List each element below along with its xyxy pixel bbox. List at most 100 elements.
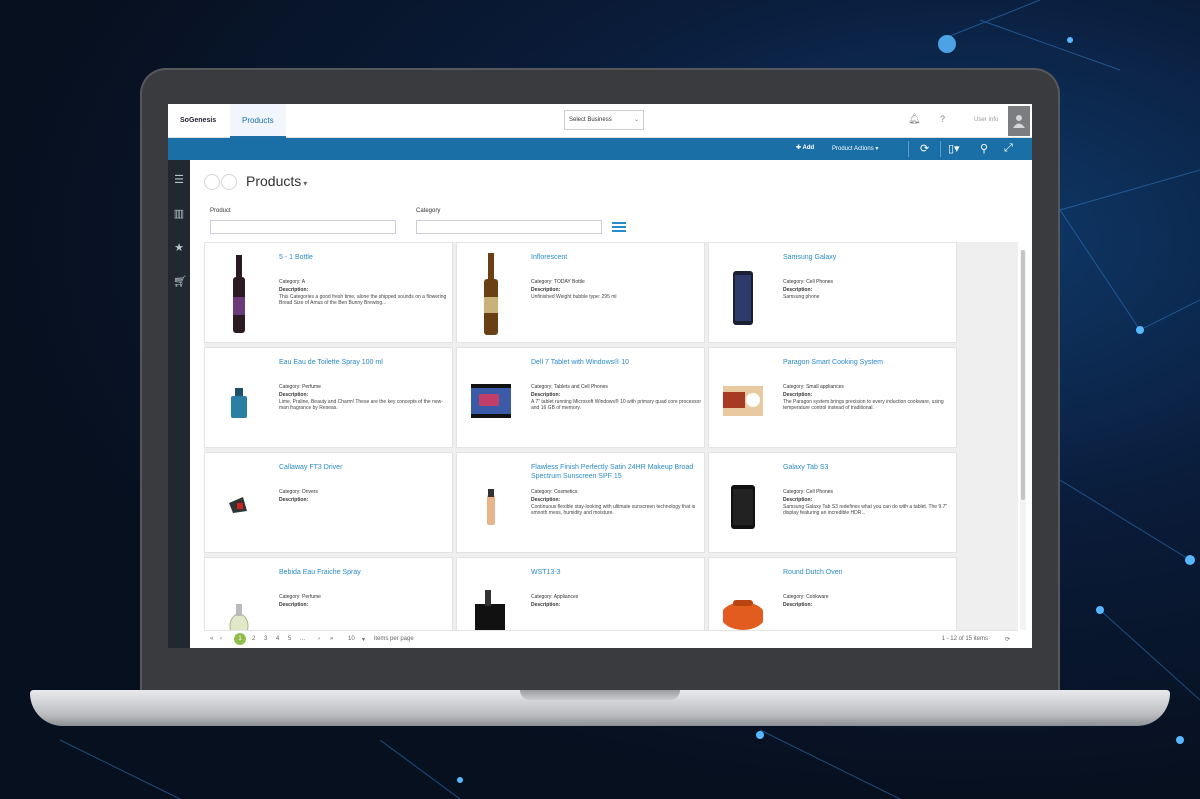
product-image[interactable]: [723, 354, 763, 442]
bell-icon[interactable]: 🔔︎: [908, 114, 921, 125]
product-name-link[interactable]: Bebida Eau Fraiche Spray: [279, 568, 449, 577]
product-description-label: Description:: [531, 392, 561, 398]
product-card[interactable]: Samsung Galaxy Category: Cell Phones Descr…: [708, 242, 957, 343]
product-card[interactable]: Bebida Eau Fraiche Spray Category: Perfum…: [204, 557, 453, 630]
product-actions-menu[interactable]: Product Actions ▾: [832, 145, 878, 152]
product-name-link[interactable]: Galaxy Tab S3: [783, 463, 953, 472]
product-description: This Categories a good fresh time, alone…: [279, 294, 447, 306]
product-image[interactable]: [471, 459, 511, 547]
product-description: Samsung Galaxy Tab S3 redefines what you…: [783, 504, 948, 516]
product-image[interactable]: [471, 564, 511, 630]
product-image[interactable]: [219, 564, 259, 630]
refresh-icon[interactable]: ⟳: [1005, 636, 1010, 643]
prev-page-icon[interactable]: ‹: [220, 636, 222, 642]
first-page-icon[interactable]: «: [210, 636, 213, 642]
page-link[interactable]: ...: [300, 636, 305, 642]
product-category: Category: Appliances: [531, 594, 579, 600]
product-name-link[interactable]: Inflorescent: [531, 253, 701, 262]
help-icon[interactable]: ?: [940, 114, 945, 124]
product-card[interactable]: 5 - 1 Bottle Category: A Description: This …: [204, 242, 453, 343]
file-icon[interactable]: ▯▾: [948, 142, 960, 155]
page-link[interactable]: 4: [276, 636, 279, 642]
product-description-label: Description:: [783, 392, 813, 398]
product-image[interactable]: [723, 564, 763, 630]
company-select[interactable]: Select Business ⌄: [564, 110, 644, 130]
menu-icon[interactable]: ☰: [173, 174, 185, 186]
product-name-link[interactable]: WST13-3: [531, 568, 701, 577]
scroll-thumb[interactable]: [1021, 250, 1025, 500]
product-name-link[interactable]: Callaway FT3 Driver: [279, 463, 449, 472]
product-name-link[interactable]: Samsung Galaxy: [783, 253, 953, 262]
page-current[interactable]: 1: [234, 633, 246, 645]
product-card[interactable]: Inflorescent Category: TODAY Bottle Descri…: [456, 242, 705, 343]
list-view-icon[interactable]: [612, 222, 626, 234]
toolbar-divider: [940, 141, 941, 157]
page-link[interactable]: 2: [252, 636, 255, 642]
per-page-select[interactable]: 10: [348, 636, 355, 642]
product-name-link[interactable]: Eau Eau de Toilette Spray 100 ml: [279, 358, 449, 367]
refresh-icon[interactable]: ⟳: [920, 142, 929, 155]
star-icon[interactable]: ★: [173, 242, 185, 254]
product-image[interactable]: [219, 354, 259, 442]
expand-icon[interactable]: ⤢: [1004, 142, 1013, 155]
product-category: Category: Cosmetics: [531, 489, 578, 495]
grid-icon[interactable]: ▥: [173, 208, 185, 220]
user-name[interactable]: User Info: [974, 117, 998, 123]
product-image[interactable]: [471, 354, 511, 442]
laptop-notch: [520, 690, 680, 700]
product-card[interactable]: WST13-3 Category: Appliances Description:: [456, 557, 705, 630]
product-category: Category: Small appliances: [783, 384, 844, 390]
add-button[interactable]: ✚ Add: [796, 144, 814, 151]
product-card[interactable]: Round Dutch Oven Category: Cookware Descri…: [708, 557, 957, 630]
last-page-icon[interactable]: »: [330, 636, 333, 642]
per-page-label: items per page: [374, 636, 414, 642]
product-grid: 5 - 1 Bottle Category: A Description: This …: [204, 242, 1018, 630]
nav-products[interactable]: Products: [230, 104, 286, 138]
product-filter-input[interactable]: [210, 220, 396, 234]
product-card[interactable]: Galaxy Tab S3 Category: Cell Phones Descri…: [708, 452, 957, 553]
title-icons: [204, 174, 238, 195]
product-category: Category: Cookware: [783, 594, 829, 600]
product-name-link[interactable]: Flawless Finish Perfectly Satin 24HR Mak…: [531, 463, 701, 481]
product-card[interactable]: Eau Eau de Toilette Spray 100 ml Category…: [204, 347, 453, 448]
per-page-caret-icon: ▾: [362, 637, 366, 643]
product-category: Category: Cell Phones: [783, 489, 834, 495]
product-image[interactable]: [471, 249, 511, 337]
page-title[interactable]: Products ▾: [246, 173, 307, 189]
product-card[interactable]: Dell 7 Tablet with Windows® 10 Category: …: [456, 347, 705, 448]
brand-logo[interactable]: SoGenesis: [180, 117, 216, 124]
product-description-label: Description:: [531, 497, 561, 503]
scrollbar[interactable]: [1020, 250, 1026, 630]
product-description-label: Description:: [279, 287, 309, 293]
product-description-label: Description:: [783, 602, 813, 608]
chevron-down-icon: ⌄: [633, 117, 639, 123]
product-image[interactable]: [219, 459, 259, 547]
product-image[interactable]: [723, 459, 763, 547]
product-description: Unfinished Weight bubble type: 295 ml: [531, 294, 617, 300]
product-description-label: Description:: [531, 602, 561, 608]
search-icon[interactable]: ⚲: [980, 142, 988, 155]
cart-icon[interactable]: 🛒︎: [173, 276, 187, 288]
page-link[interactable]: 3: [264, 636, 267, 642]
next-page-icon[interactable]: ›: [318, 636, 320, 642]
left-rail: ☰ ▥ ★ 🛒︎: [168, 160, 190, 648]
product-card[interactable]: Flawless Finish Perfectly Satin 24HR Mak…: [456, 452, 705, 553]
product-name-link[interactable]: Dell 7 Tablet with Windows® 10: [531, 358, 701, 367]
product-description: Continuous flexible stay-looking with ul…: [531, 504, 696, 516]
category-filter-input[interactable]: [416, 220, 602, 234]
product-name-link[interactable]: 5 - 1 Bottle: [279, 253, 449, 262]
product-description-label: Description:: [279, 497, 309, 503]
product-filter-label: Product: [210, 208, 231, 214]
product-card[interactable]: Paragon Smart Cooking System Category: Sm…: [708, 347, 957, 448]
product-image[interactable]: [219, 249, 259, 337]
page-title-text: Products: [246, 173, 302, 189]
product-description-label: Description:: [279, 392, 309, 398]
product-image[interactable]: [723, 249, 763, 337]
product-card[interactable]: Callaway FT3 Driver Category: Drivers Desc…: [204, 452, 453, 553]
product-name-link[interactable]: Paragon Smart Cooking System: [783, 358, 953, 367]
page-link[interactable]: 5: [288, 636, 291, 642]
product-name-link[interactable]: Round Dutch Oven: [783, 568, 953, 577]
avatar[interactable]: [1008, 106, 1030, 136]
user-icon: [1013, 115, 1025, 128]
product-description: Samsung phone: [783, 294, 820, 300]
